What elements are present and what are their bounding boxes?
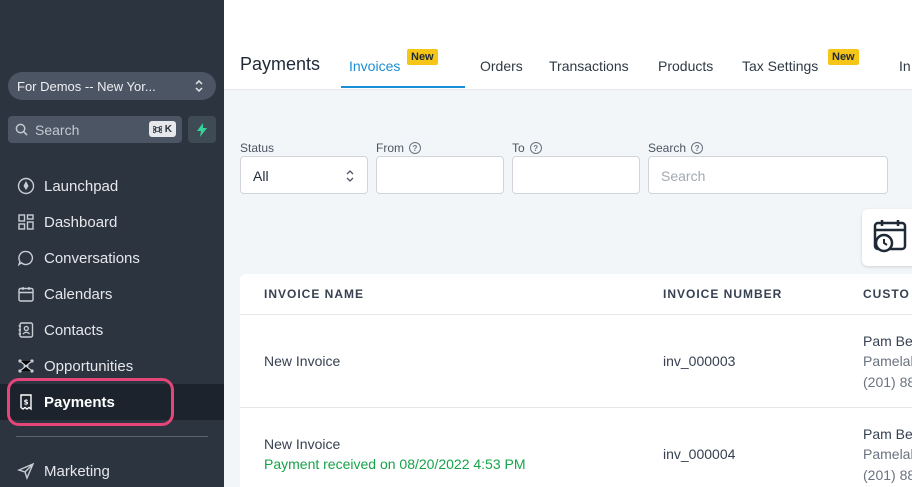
tab-tax-settings[interactable]: Tax Settings [742, 58, 818, 74]
page-title: Payments [240, 54, 321, 74]
sidebar-item-marketing[interactable]: Marketing [0, 453, 224, 487]
tab-products[interactable]: Products [658, 58, 713, 74]
tab-invoices[interactable]: Invoices [349, 58, 400, 74]
row-divider [240, 407, 912, 408]
invoice-name[interactable]: New Invoice [264, 353, 340, 369]
status-select[interactable]: All [240, 156, 368, 194]
row-divider [240, 314, 912, 315]
invoice-name[interactable]: New Invoice [264, 436, 340, 452]
sidebar-item-label: Marketing [44, 462, 110, 480]
svg-text:$: $ [24, 399, 29, 407]
column-header[interactable]: INVOICE NUMBER [663, 287, 782, 301]
sidebar-item-label: Conversations [44, 249, 140, 267]
to-label: To? [512, 141, 542, 155]
invoices-table: INVOICE NAME INVOICE NUMBER CUSTO New In… [240, 274, 912, 487]
search-input[interactable]: Search [648, 156, 888, 194]
search-placeholder: Search [35, 121, 80, 138]
column-header[interactable]: CUSTO [863, 287, 910, 301]
shortcut-key: K [164, 123, 172, 135]
calendar-clock-icon [873, 220, 907, 253]
help-icon[interactable]: ? [691, 142, 704, 154]
sidebar-item-label: Contacts [44, 321, 104, 339]
to-date-field[interactable] [512, 156, 640, 194]
sidebar-divider [16, 436, 208, 437]
account-name: For Demos -- New Yor... [17, 78, 156, 94]
sidebar-item-opportunities[interactable]: Opportunities [0, 348, 224, 384]
tab-transactions[interactable]: Transactions [549, 58, 629, 74]
send-icon [17, 462, 35, 480]
invoice-number: inv_000003 [663, 353, 736, 369]
network-icon [18, 359, 34, 373]
search-label-text: Search [648, 141, 687, 155]
chat-icon [17, 250, 34, 267]
sidebar-item-dashboard[interactable]: Dashboard [0, 204, 224, 240]
column-header[interactable]: INVOICE NAME [264, 287, 364, 301]
sidebar-item-launchpad[interactable]: Launchpad [0, 168, 224, 204]
command-icon [152, 125, 162, 133]
receipt-icon: $ [20, 394, 32, 411]
status-label: Status [240, 141, 274, 155]
lightning-icon [197, 122, 207, 137]
account-switcher[interactable]: For Demos -- New Yor... [8, 72, 216, 100]
contacts-icon [18, 322, 34, 338]
quick-action-button[interactable] [188, 116, 216, 143]
customer-name: Pam Be [863, 426, 912, 442]
grid-icon [18, 214, 34, 230]
rocket-icon [17, 177, 35, 195]
active-tab-indicator [341, 86, 465, 88]
from-date-field[interactable] [376, 156, 504, 194]
status-value: All [253, 168, 269, 184]
invoice-number: inv_000004 [663, 446, 736, 462]
chevron-up-down-icon [195, 79, 203, 93]
search-shortcut: K [148, 121, 176, 137]
customer-phone: (201) 88 [863, 467, 912, 483]
from-label-text: From [376, 141, 404, 155]
sidebar-item-label: Opportunities [44, 357, 134, 375]
sidebar-item-label: Dashboard [44, 213, 118, 231]
tab-overflow[interactable]: In [899, 58, 911, 74]
status-label-text: Status [240, 141, 275, 155]
sidebar-item-calendars[interactable]: Calendars [0, 276, 224, 312]
new-badge: New [828, 49, 859, 65]
help-icon[interactable]: ? [409, 142, 421, 154]
search-icon [15, 123, 28, 136]
customer-email: Pamelal [863, 446, 912, 462]
sidebar-item-conversations[interactable]: Conversations [0, 240, 224, 276]
tab-orders[interactable]: Orders [480, 58, 523, 74]
calendar-icon [18, 287, 34, 302]
sidebar: For Demos -- New Yor... Search K Launchp… [0, 0, 224, 487]
sidebar-item-label: Launchpad [44, 177, 119, 195]
sidebar-item-label: Payments [44, 393, 115, 411]
payment-status: Payment received on 08/20/2022 4:53 PM [264, 456, 526, 472]
sidebar-item-label: Calendars [44, 285, 113, 303]
customer-phone: (201) 88 [863, 374, 912, 390]
search-label: Search? [648, 141, 704, 155]
from-label: From? [376, 141, 421, 155]
sidebar-search[interactable]: Search K [8, 116, 182, 143]
new-badge: New [407, 49, 438, 65]
schedule-button[interactable] [862, 209, 912, 266]
sidebar-item-payments[interactable]: $ Payments [0, 384, 224, 420]
to-label-text: To [512, 141, 525, 155]
help-icon[interactable]: ? [529, 142, 542, 154]
page-header: Payments Invoices New Orders Transaction… [224, 0, 912, 90]
chevron-up-down-icon [346, 170, 354, 182]
sidebar-item-contacts[interactable]: Contacts [0, 312, 224, 348]
search-placeholder: Search [661, 168, 706, 184]
customer-name: Pam Be [863, 333, 912, 349]
customer-email: Pamelal [863, 353, 912, 369]
